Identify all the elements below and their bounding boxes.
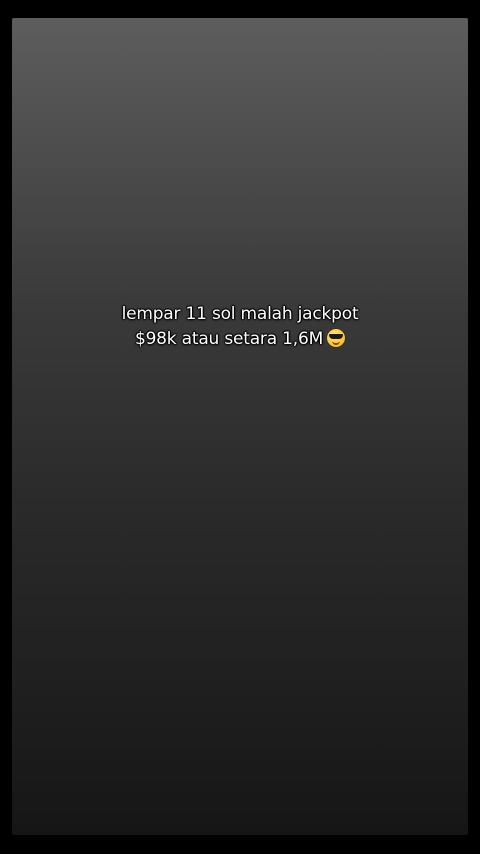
- caption-line-1: lempar 11 sol malah jackpot: [121, 304, 359, 324]
- video-background-panel[interactable]: [12, 18, 468, 835]
- smile-shape: [332, 340, 341, 345]
- caption-line-2: $98k atau setara 1,6M: [134, 329, 324, 349]
- video-frame: lempar 11 sol malah jackpot $98k atau se…: [0, 0, 480, 854]
- smiling-face-with-sunglasses-icon: [327, 329, 346, 347]
- sunglasses-shape: [329, 334, 344, 339]
- video-caption: lempar 11 sol malah jackpot $98k atau se…: [0, 302, 480, 352]
- caption-line-2-wrapper: $98k atau setara 1,6M: [0, 327, 480, 352]
